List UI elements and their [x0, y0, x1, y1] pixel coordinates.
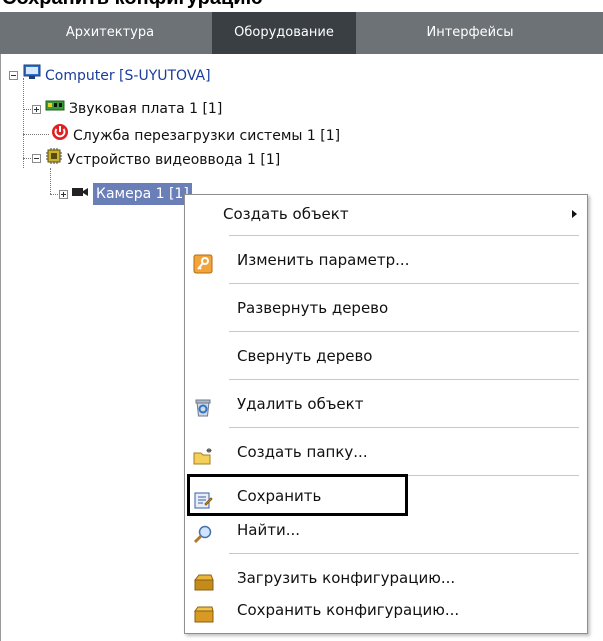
- expand-camera-toggle[interactable]: [59, 190, 68, 199]
- tree-line: [23, 134, 49, 135]
- sound-card-icon: [45, 98, 65, 120]
- menu-separator: [229, 331, 579, 332]
- menu-item-save-config[interactable]: Сохранить конфигурацию...: [185, 591, 587, 629]
- menu-separator: [229, 283, 579, 284]
- tree-node-reboot-service[interactable]: Служба перезагрузки системы 1 [1]: [51, 123, 340, 145]
- monitor-icon: [23, 64, 41, 87]
- collapse-video-toggle[interactable]: [32, 154, 41, 163]
- power-icon: [51, 123, 69, 148]
- search-icon: [193, 520, 213, 544]
- menu-separator: [229, 427, 579, 428]
- collapse-root-toggle[interactable]: [9, 71, 18, 80]
- menu-separator: [229, 379, 579, 380]
- camera-icon: [71, 183, 89, 205]
- new-folder-icon: [193, 442, 213, 465]
- menu-item-delete-object[interactable]: Удалить объект: [185, 385, 587, 423]
- highlight-box: [187, 474, 408, 516]
- key-icon: [193, 250, 213, 274]
- expand-sound-toggle[interactable]: [32, 105, 41, 114]
- submenu-arrow-icon: [572, 210, 577, 218]
- menu-item-edit-parameter[interactable]: Изменить параметр...: [185, 241, 587, 279]
- tree-node-camera[interactable]: Камера 1 [1]: [71, 183, 192, 205]
- menu-separator: [229, 235, 579, 236]
- context-menu: Создать объект Изменить параметр... Разв…: [184, 194, 588, 634]
- menu-item-create-object[interactable]: Создать объект: [185, 195, 587, 233]
- tab-interfaces[interactable]: Интерфейсы: [400, 12, 540, 54]
- tab-equipment[interactable]: Оборудование: [212, 12, 356, 54]
- menu-item-find[interactable]: Найти...: [185, 511, 587, 549]
- tree-node-sound-card[interactable]: Звуковая плата 1 [1]: [45, 98, 222, 120]
- capture-board-icon: [45, 147, 63, 172]
- menu-item-create-folder[interactable]: Создать папку...: [185, 433, 587, 471]
- save-config-icon: [193, 600, 214, 623]
- menu-separator: [229, 553, 579, 554]
- load-config-icon: [193, 568, 214, 591]
- tree-node-computer[interactable]: Computer [S-UYUTOVA]: [23, 64, 211, 86]
- tab-bar: Архитектура Оборудование Интерфейсы: [0, 12, 603, 54]
- clipped-caption: Сохранить конфигурацию: [0, 0, 603, 12]
- menu-item-collapse-tree[interactable]: Свернуть дерево: [185, 337, 587, 375]
- clipped-caption-text: Сохранить конфигурацию: [2, 0, 263, 10]
- recycle-bin-icon: [193, 394, 213, 417]
- tree-node-video-device[interactable]: Устройство видеоввода 1 [1]: [45, 147, 280, 169]
- tree-line: [23, 78, 24, 168]
- tab-architecture[interactable]: Архитектура: [40, 12, 180, 54]
- menu-item-expand-tree[interactable]: Развернуть дерево: [185, 289, 587, 327]
